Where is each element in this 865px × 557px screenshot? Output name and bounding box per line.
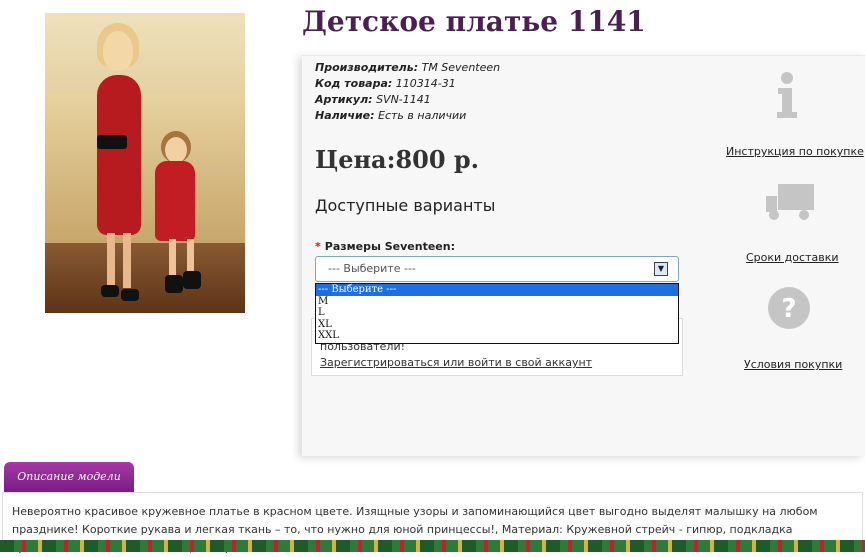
page-title: Детское платье 1141: [302, 5, 646, 38]
size-dropdown-list[interactable]: --- Выберите --- M L XL XXL: [315, 283, 679, 344]
photo-girl-head: [165, 137, 187, 163]
photo-woman-dress: [97, 75, 141, 235]
spec-product-code: Код товара: 110314-31: [315, 76, 500, 92]
option-m[interactable]: M: [316, 296, 678, 308]
spec-label: Наличие:: [315, 109, 375, 122]
variants-heading: Доступные варианты: [315, 196, 496, 215]
photo-floor: [45, 243, 245, 313]
photo-woman-shoe: [101, 285, 119, 297]
delivery-terms-link[interactable]: Сроки доставки: [746, 251, 839, 264]
spec-value: TM Seventeen: [421, 61, 501, 74]
product-photo[interactable]: [45, 13, 245, 313]
option-xl[interactable]: XL: [316, 319, 678, 331]
svg-text:?: ?: [781, 294, 796, 324]
photo-girl-dress: [155, 161, 195, 241]
photo-furniture: [45, 93, 245, 243]
purchase-conditions-link[interactable]: Условия покупки: [744, 358, 842, 371]
spec-value: 110314-31: [395, 77, 456, 90]
spec-label: Артикул:: [315, 93, 373, 106]
spec-label: Производитель:: [315, 61, 419, 74]
photo-woman-head: [103, 31, 133, 71]
option-l[interactable]: L: [316, 307, 678, 319]
size-label: * Размеры Seventeen:: [315, 240, 455, 253]
photo-girl-shoe: [165, 275, 183, 293]
option-choose[interactable]: --- Выберите ---: [316, 284, 678, 296]
photo-girl-shoe: [183, 271, 201, 289]
photo-clutch: [97, 135, 127, 149]
spec-availability: Наличие: Есть в наличии: [315, 108, 500, 124]
purchase-instruction-link[interactable]: Инструкция по покупке: [726, 145, 864, 158]
product-specs: Производитель: TM Seventeen Код товара: …: [315, 60, 500, 124]
info-icon[interactable]: [772, 70, 802, 120]
spec-value: SVN-1141: [376, 93, 431, 106]
size-select[interactable]: --- Выберите --- ▼: [315, 256, 679, 282]
photo-girl-leg: [187, 239, 194, 273]
option-xxl[interactable]: XXL: [316, 330, 678, 342]
dropdown-arrow-icon[interactable]: ▼: [654, 262, 668, 276]
photo-woman-leg: [123, 233, 131, 288]
truck-icon[interactable]: [764, 182, 816, 222]
required-mark: *: [315, 240, 321, 253]
spec-article: Артикул: SVN-1141: [315, 92, 500, 108]
register-login-link[interactable]: Зарегистрироваться или войти в свой акка…: [320, 356, 592, 369]
photo-woman-shoe: [121, 289, 139, 301]
size-label-text: Размеры Seventeen:: [324, 240, 455, 253]
product-price: Цена:800 р.: [315, 145, 480, 174]
spec-manufacturer: Производитель: TM Seventeen: [315, 60, 500, 76]
question-icon[interactable]: ?: [766, 285, 812, 331]
spec-value: Есть в наличии: [378, 109, 467, 122]
spec-label: Код товара:: [315, 77, 393, 90]
garland-decoration: [0, 540, 865, 552]
photo-girl-leg: [169, 239, 176, 277]
tab-model-description[interactable]: Описание модели: [4, 462, 134, 492]
photo-woman-leg: [107, 233, 115, 288]
size-select-value: --- Выберите ---: [328, 262, 416, 275]
